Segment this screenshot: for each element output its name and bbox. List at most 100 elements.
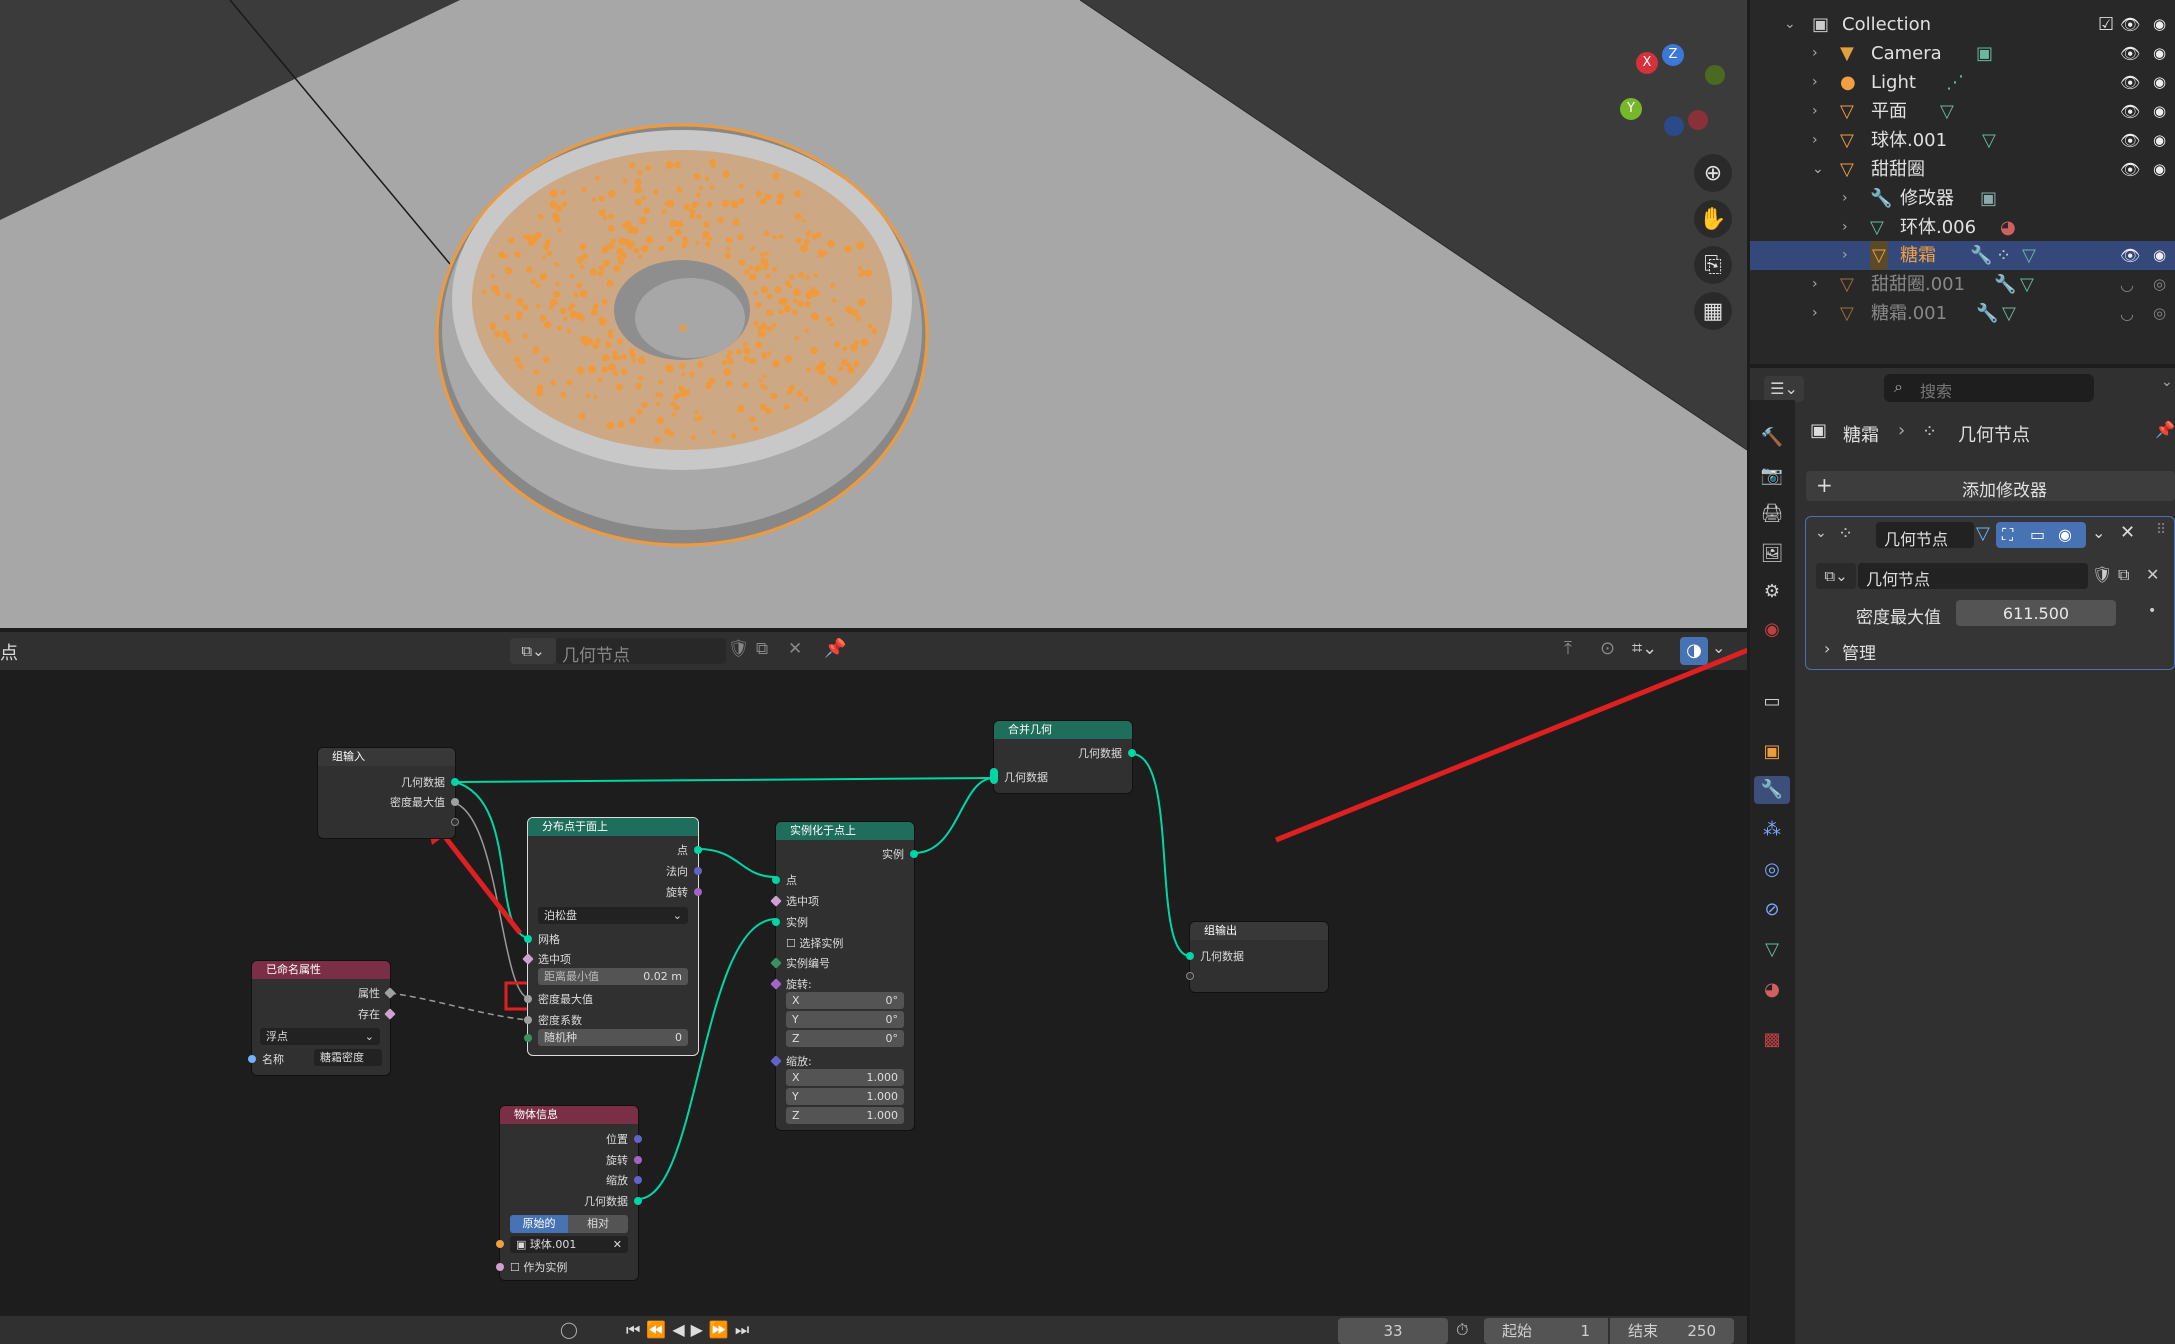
int-socket[interactable] <box>524 1034 532 1042</box>
named-attribute-node[interactable]: 已命名属性 属性 存在 浮点 ⌄ 名称 糖霜密度 <box>248 961 396 1075</box>
gizmo-neg-y[interactable] <box>1705 65 1725 85</box>
duplicate-icon[interactable]: ⧉ <box>756 639 768 659</box>
unlink-icon[interactable]: ✕ <box>2146 565 2159 584</box>
string-socket[interactable] <box>248 1055 256 1063</box>
close-icon[interactable]: ✕ <box>613 1236 622 1253</box>
render-disabled-icon[interactable]: ◎ <box>2153 299 2166 328</box>
distribute-mode-select[interactable]: 泊松盘 ⌄ <box>538 907 688 924</box>
unlink-icon[interactable]: ✕ <box>788 639 802 659</box>
scale-y-field[interactable]: Y 1.000 <box>786 1088 904 1105</box>
outliner-row-modifiers[interactable]: › 🔧 修改器 ▣ <box>1750 184 2175 213</box>
scale-x-field[interactable]: X 1.000 <box>786 1069 904 1086</box>
as-instance-checkbox[interactable]: ☐ 作为实例 <box>510 1259 567 1275</box>
material-tab-icon[interactable]: ◕ <box>1758 976 1786 1004</box>
group-input-node[interactable]: 组输入 几何数据 密度最大值 <box>318 748 459 838</box>
render-icon[interactable]: ◉ <box>2153 10 2166 39</box>
chevron-down-icon[interactable]: ⌄ <box>2092 523 2105 542</box>
chevron-down-icon[interactable]: ⌄ <box>1712 638 1725 657</box>
node-group-browse-icon[interactable]: ⧉⌄ <box>1816 563 1856 589</box>
node-group-field[interactable]: 几何节点 <box>1858 563 2088 589</box>
outliner-row-sphere[interactable]: › ▽ 球体.001 ▽ 👁 ◉ <box>1750 126 2175 155</box>
chevron-right-icon[interactable]: › <box>1842 241 1848 270</box>
outliner-row-collection[interactable]: ⌄ ▣ Collection ☑ 👁 ◉ <box>1750 10 2175 39</box>
density-max-field[interactable]: 611.500 <box>1956 600 2116 626</box>
manage-section[interactable]: 管理 <box>1842 639 1876 664</box>
modifier-name-field[interactable]: 几何节点 <box>1876 522 1974 549</box>
edit-mode-icon[interactable]: ▽ <box>1976 523 1990 544</box>
eye-hidden-icon[interactable]: ◡ <box>2120 270 2134 299</box>
eye-icon[interactable]: 👁 <box>2120 241 2140 270</box>
current-frame-field[interactable]: 33 <box>1338 1318 1448 1344</box>
pin-icon[interactable]: 📌 <box>824 638 846 659</box>
seed-field[interactable]: 随机种 0 <box>538 1029 688 1046</box>
chevron-right-icon[interactable]: › <box>1842 213 1848 242</box>
node-header[interactable]: 分布点于面上 <box>528 818 698 836</box>
node-header[interactable]: 合并几何 <box>994 721 1132 739</box>
chevron-right-icon[interactable]: › <box>1812 68 1818 97</box>
outliner-row-camera[interactable]: › ▼ Camera ▣ 👁 ◉ <box>1750 39 2175 68</box>
eye-icon[interactable]: 👁 <box>2120 10 2140 39</box>
eye-icon[interactable]: 👁 <box>2120 126 2140 155</box>
eye-icon[interactable]: 👁 <box>2120 39 2140 68</box>
3d-viewport[interactable]: X Z Y ⊕ ✋ ⎘ ▦ <box>0 0 1747 628</box>
rotation-x-field[interactable]: X 0° <box>786 992 904 1009</box>
object-info-node[interactable]: 物体信息 位置 旋转 缩放 几何数据 原始的 相对 ▣ 球体.001 ✕ ☐ 作为… <box>496 1106 642 1280</box>
eye-icon[interactable]: 👁 <box>2120 97 2140 126</box>
vector-socket[interactable] <box>694 867 702 875</box>
data-type-select[interactable]: 浮点 ⌄ <box>260 1028 380 1045</box>
object-field[interactable]: ▣ 球体.001 ✕ <box>510 1236 628 1253</box>
chevron-right-icon[interactable]: › <box>1812 39 1818 68</box>
rotation-z-field[interactable]: Z 0° <box>786 1030 904 1047</box>
eye-hidden-icon[interactable]: ◡ <box>2120 299 2134 328</box>
chevron-right-icon[interactable]: › <box>1812 299 1818 328</box>
render-icon[interactable]: ◉ <box>2153 68 2166 97</box>
chevron-right-icon[interactable]: › <box>1812 97 1818 126</box>
properties-editor[interactable]: ☰⌄ ⌕ 搜索 ⌄ <box>1750 368 2175 1344</box>
outliner-row-plane[interactable]: › ▽ 平面 ▽ 👁 ◉ <box>1750 97 2175 126</box>
bool-socket[interactable] <box>496 1263 504 1271</box>
scene-tab-icon[interactable]: ⚙ <box>1758 578 1786 606</box>
snap-icon[interactable]: ⊙ <box>1600 638 1615 659</box>
scale-z-field[interactable]: Z 1.000 <box>786 1107 904 1124</box>
render-icon[interactable]: ◉ <box>2153 39 2166 68</box>
outliner-row-donut[interactable]: ⌄ ▽ 甜甜圈 👁 ◉ <box>1750 155 2175 184</box>
duplicate-icon[interactable]: ⧉ <box>2118 565 2129 585</box>
outliner-row-light[interactable]: › ● Light ⋰ 👁 ◉ <box>1750 68 2175 97</box>
pick-instance-checkbox[interactable]: ☐ 选择实例 <box>786 935 843 951</box>
distribute-points-node[interactable]: 分布点于面上 点 法向 旋转 泊松盘 ⌄ 网格 选中项 距离最小值 0.02 m 密… <box>522 818 702 1055</box>
search-input[interactable]: ⌕ 搜索 <box>1884 374 2094 402</box>
data-tab-icon[interactable]: ▽ <box>1758 936 1786 964</box>
render-icon[interactable]: ◉ <box>2153 126 2166 155</box>
vector-socket[interactable] <box>634 1176 642 1184</box>
node-header[interactable]: 组输入 <box>318 748 455 766</box>
original-toggle[interactable]: 原始的 <box>510 1215 568 1233</box>
pin-icon[interactable]: 📌 <box>2155 420 2175 439</box>
add-modifier-button[interactable]: + 添加修改器 <box>1806 471 2175 501</box>
node-group-browse-icon[interactable]: ⧉⌄ <box>510 638 556 664</box>
gizmo-x[interactable]: X <box>1636 52 1658 74</box>
node-header[interactable]: 物体信息 <box>500 1106 638 1124</box>
camera-icon[interactable]: ⎘ <box>1694 246 1732 284</box>
gizmo-neg-x[interactable] <box>1688 110 1708 130</box>
empty-socket[interactable] <box>1186 972 1194 980</box>
geometry-socket[interactable] <box>694 846 702 854</box>
instance-on-points-node[interactable]: 实例化于点上 实例 点 选中项 实例 ☐ 选择实例 实例编号 旋转: X 0° Y… <box>770 822 918 1130</box>
outliner-row-icing[interactable]: › ▽ 糖霜 🔧 ⁘ ▽ 👁 ◉ <box>1750 241 2175 270</box>
output-tab-icon[interactable]: 🖨 <box>1758 500 1786 528</box>
geometry-socket[interactable] <box>772 876 780 884</box>
geometry-socket[interactable] <box>1128 749 1136 757</box>
start-frame-field[interactable]: 起始 1 <box>1484 1318 1608 1344</box>
eye-icon[interactable]: 👁 <box>2120 155 2140 184</box>
render-icon[interactable]: ◉ <box>2153 97 2166 126</box>
group-output-node[interactable]: 组输出 几何数据 <box>1186 922 1328 992</box>
keyframe-dot-icon[interactable]: • <box>2148 603 2156 619</box>
vector-socket[interactable] <box>634 1135 642 1143</box>
grid-icon[interactable]: ▦ <box>1694 292 1732 330</box>
gizmo-z[interactable]: Z <box>1662 44 1684 66</box>
physics-tab-icon[interactable]: ◎ <box>1758 856 1786 884</box>
constraints-tab-icon[interactable]: ⊘ <box>1758 896 1786 924</box>
zoom-icon[interactable]: ⊕ <box>1694 154 1732 192</box>
overlay-icon[interactable]: ◑ <box>1680 637 1708 665</box>
render-tab-icon[interactable]: 📷 <box>1758 462 1786 490</box>
chevron-right-icon[interactable]: › <box>1812 270 1818 299</box>
